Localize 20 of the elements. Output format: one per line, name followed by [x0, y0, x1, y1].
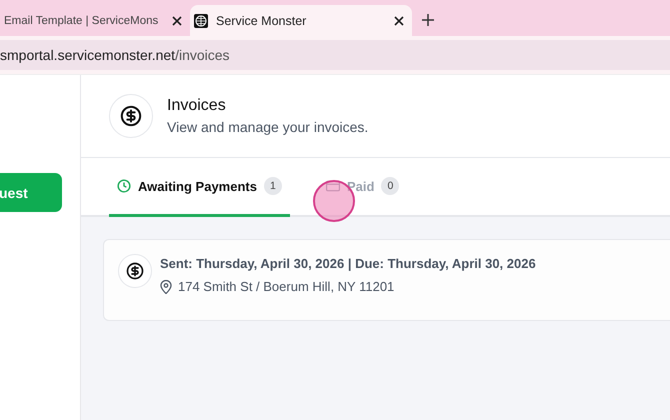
globe-icon [194, 14, 208, 28]
new-tab-icon[interactable] [422, 14, 434, 26]
browser-tab[interactable]: Email Template | ServiceMons [0, 5, 190, 36]
count-badge: 1 [264, 177, 282, 195]
map-pin-icon [160, 280, 172, 294]
credit-card-icon [326, 180, 340, 192]
dollar-icon [120, 105, 142, 127]
invoice-card[interactable]: Sent: Thursday, April 30, 2026 | Due: Thursday, April 30, 2026 174 Smith St / Boerum Hill, NY 11201 [103, 239, 670, 321]
tab[interactable]: Paid 0 [318, 158, 408, 217]
close-icon[interactable] [172, 16, 182, 26]
browser-tab[interactable]: Service Monster [190, 5, 412, 36]
invoice-address: 174 Smith St / Boerum Hill, NY 11201 [178, 279, 394, 294]
page-subtitle: View and manage your invoices. [167, 119, 368, 135]
dollar-icon [126, 262, 144, 280]
close-icon[interactable] [394, 16, 404, 26]
address-bar[interactable]: smportal.servicemonster.net/invoices [0, 40, 670, 70]
invoice-dates: Sent: Thursday, April 30, 2026 | Due: Thursday, April 30, 2026 [160, 256, 536, 271]
count-badge: 0 [381, 177, 400, 195]
page-title: Invoices [167, 97, 227, 115]
clock-icon [117, 179, 131, 193]
